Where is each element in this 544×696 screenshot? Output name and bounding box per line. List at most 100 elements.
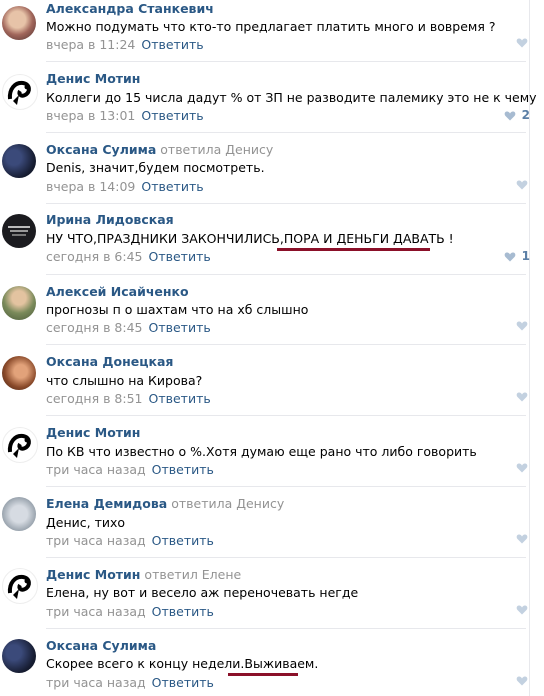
reply-to[interactable]: ответила Денису xyxy=(171,496,284,511)
comment-separator xyxy=(46,274,526,275)
like-button[interactable] xyxy=(516,604,528,615)
avatar[interactable] xyxy=(2,497,36,531)
comment-text: Denis, значит,будем посмотреть. xyxy=(46,160,265,175)
comment-separator xyxy=(46,132,526,133)
comment-text: Скорее всего к концу недели.Выживаем. xyxy=(46,656,319,671)
comment-meta: вчера в 14:09 Ответить xyxy=(46,179,204,194)
comment-header: Денис Мотин xyxy=(46,425,140,440)
avatar[interactable] xyxy=(2,568,38,604)
heart-icon xyxy=(504,111,515,120)
author-name[interactable]: Елена Демидова xyxy=(46,496,167,511)
comment-time[interactable]: вчера в 13:01 xyxy=(46,108,135,123)
text-highlight-underline xyxy=(277,248,430,251)
reply-button[interactable]: Ответить xyxy=(149,249,211,264)
like-button[interactable] xyxy=(516,675,528,686)
reply-button[interactable]: Ответить xyxy=(141,179,203,194)
comment-header: Оксана Донецкая xyxy=(46,354,173,369)
text-highlight-underline xyxy=(228,673,298,676)
comment-time[interactable]: три часа назад xyxy=(46,604,146,619)
like-button[interactable]: 1 xyxy=(504,249,530,263)
comment-meta: три часа назад Ответить xyxy=(46,462,214,477)
heart-icon xyxy=(516,38,528,48)
like-button[interactable]: 2 xyxy=(504,108,530,122)
comment-meta: сегодня в 6:45 Ответить xyxy=(46,249,211,264)
reply-to[interactable]: ответил Елене xyxy=(144,567,241,582)
comment-header: Алексей Исайченко xyxy=(46,284,189,299)
reply-button[interactable]: Ответить xyxy=(149,391,211,406)
comment-separator xyxy=(46,203,526,204)
comment-header: Денис Мотин xyxy=(46,71,140,86)
comment-time[interactable]: три часа назад xyxy=(46,675,146,690)
like-button[interactable] xyxy=(516,320,528,331)
heart-icon xyxy=(516,534,528,544)
avatar-logo-icon xyxy=(7,80,31,105)
avatar[interactable] xyxy=(2,74,38,110)
comment-text: Коллеги до 15 числа дадут % от ЗП не раз… xyxy=(46,90,537,105)
reply-button[interactable]: Ответить xyxy=(152,462,214,477)
comment-time[interactable]: три часа назад xyxy=(46,462,146,477)
comment-text: Можно подумать что кто-то предлагает пла… xyxy=(46,19,496,34)
comment-separator xyxy=(46,557,526,558)
comment-separator xyxy=(46,61,526,62)
reply-to[interactable]: ответила Денису xyxy=(160,142,273,157)
author-name[interactable]: Александра Станкевич xyxy=(46,1,214,16)
author-name[interactable]: Денис Мотин xyxy=(46,567,140,582)
avatar[interactable] xyxy=(2,214,36,248)
author-name[interactable]: Оксана Сулима xyxy=(46,638,156,653)
comment-header: Александра Станкевич xyxy=(46,1,214,16)
comment-text: Елена, ну вот и весело аж переночевать н… xyxy=(46,585,359,600)
comment-separator xyxy=(46,344,526,345)
comment-header: Оксана Сулима ответила Денису xyxy=(46,142,273,157)
comment-meta: сегодня в 8:45 Ответить xyxy=(46,320,211,335)
avatar-logo-icon xyxy=(7,574,31,599)
like-count: 2 xyxy=(521,108,530,122)
comment-time[interactable]: сегодня в 8:51 xyxy=(46,391,143,406)
comment-text: НУ ЧТО,ПРАЗДНИКИ ЗАКОНЧИЛИСЬ,ПОРА И ДЕНЬ… xyxy=(46,231,454,246)
author-name[interactable]: Оксана Донецкая xyxy=(46,354,173,369)
reply-button[interactable]: Ответить xyxy=(141,108,203,123)
comment-header: Денис Мотин ответил Елене xyxy=(46,567,241,582)
heart-icon xyxy=(516,676,528,686)
avatar[interactable] xyxy=(2,286,36,320)
author-name[interactable]: Оксана Сулима xyxy=(46,142,156,157)
like-button[interactable] xyxy=(516,462,528,473)
author-name[interactable]: Денис Мотин xyxy=(46,425,140,440)
reply-button[interactable]: Ответить xyxy=(141,37,203,52)
reply-button[interactable]: Ответить xyxy=(152,533,214,548)
reply-button[interactable]: Ответить xyxy=(152,604,214,619)
author-name[interactable]: Алексей Исайченко xyxy=(46,284,189,299)
heart-icon xyxy=(516,605,528,615)
avatar[interactable] xyxy=(2,356,36,390)
avatar[interactable] xyxy=(2,639,36,673)
reply-button[interactable]: Ответить xyxy=(152,675,214,690)
like-count: 1 xyxy=(521,249,530,263)
comment-time[interactable]: вчера в 11:24 xyxy=(46,37,135,52)
comment-time[interactable]: сегодня в 6:45 xyxy=(46,249,143,264)
like-button[interactable] xyxy=(516,533,528,544)
comment-meta: три часа назад Ответить xyxy=(46,533,214,548)
avatar[interactable] xyxy=(2,6,36,40)
comment-time[interactable]: три часа назад xyxy=(46,533,146,548)
avatar-text-icon xyxy=(8,226,30,236)
author-name[interactable]: Денис Мотин xyxy=(46,71,140,86)
like-button[interactable] xyxy=(516,179,528,190)
reply-button[interactable]: Ответить xyxy=(149,320,211,335)
comment-header: Оксана Сулима xyxy=(46,638,156,653)
comments-list: Александра Станкевич Можно подумать что … xyxy=(0,0,544,696)
comment-separator xyxy=(46,628,526,629)
heart-icon xyxy=(516,180,528,190)
comment-meta: три часа назад Ответить xyxy=(46,604,214,619)
comment-time[interactable]: сегодня в 8:45 xyxy=(46,320,143,335)
like-button[interactable] xyxy=(516,37,528,48)
comment-text: Денис, тихо xyxy=(46,515,126,530)
comment-time[interactable]: вчера в 14:09 xyxy=(46,179,135,194)
avatar[interactable] xyxy=(2,427,38,463)
heart-icon xyxy=(504,252,515,261)
avatar[interactable] xyxy=(2,144,36,178)
comment-text: прогнозы п о шахтам что на хб слышно xyxy=(46,302,309,317)
author-name[interactable]: Ирина Лидовская xyxy=(46,212,174,227)
like-button[interactable] xyxy=(516,391,528,402)
avatar-logo-icon xyxy=(7,433,31,458)
heart-icon xyxy=(516,392,528,402)
comment-header: Елена Демидова ответила Денису xyxy=(46,496,284,511)
